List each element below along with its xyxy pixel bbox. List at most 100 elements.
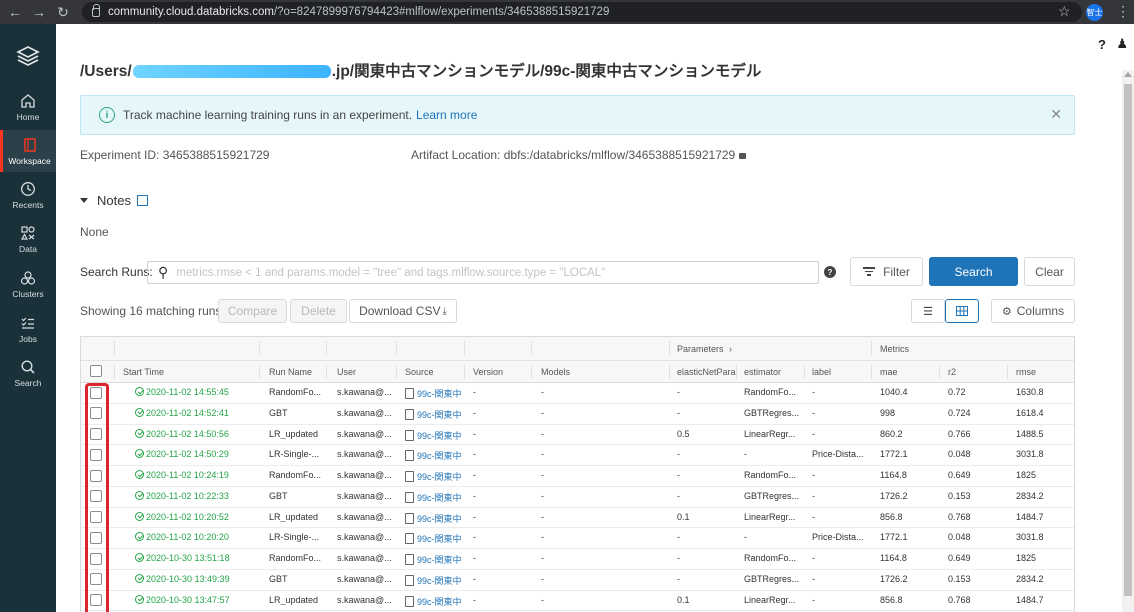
table-row[interactable]: 2020-11-02 14:50:29 LR-Single-... s.kawana… [81,445,1074,466]
profile-avatar[interactable]: 智士 [1086,4,1103,21]
cell-user: s.kawana@... [337,491,392,501]
cell-start-time[interactable]: 2020-10-30 13:51:18 [135,553,230,563]
columns-button[interactable]: ⚙ Columns [991,299,1075,323]
list-view-toggle[interactable]: ☰ [911,299,945,323]
table-row[interactable]: 2020-11-02 14:52:41 GBT s.kawana@... 99c-関東… [81,403,1074,425]
cell-source[interactable]: 99c-関東中 [405,532,462,545]
table-row[interactable]: 2020-11-02 14:50:56 LR_updated s.kawana@..… [81,424,1074,446]
cell-run-name-text: GBT [269,490,288,501]
download-csv-button[interactable]: Download CSV ⤓ [349,299,457,323]
browser-menu-icon[interactable]: ⋮ [1116,3,1130,20]
col-elastic-net-param[interactable]: elasticNetParam [677,367,737,377]
clock-icon [19,180,37,198]
edit-icon[interactable] [136,195,148,206]
reload-icon[interactable]: ↻ [54,3,72,21]
compare-button[interactable]: Compare [218,299,287,323]
cell-label-text: - [812,490,815,501]
help-icon[interactable]: ? [1098,37,1106,52]
table-row[interactable]: 2020-11-02 14:55:45 RandomFo... s.kawana@.… [81,383,1074,404]
forward-arrow-icon[interactable]: → [30,3,48,21]
cell-start-time[interactable]: 2020-11-02 10:24:19 [135,470,229,480]
search-button[interactable]: Search [929,257,1018,286]
cell-start-time[interactable]: 2020-11-02 10:20:52 [135,511,229,522]
cell-user: s.kawana@... [337,574,392,584]
cell-run-name-text: RandomFo... [269,553,322,563]
cell-source[interactable]: 99c-関東中 [405,449,462,462]
cell-source[interactable]: 99c-関東中 [405,408,462,421]
table-row[interactable]: 2020-11-02 10:20:52 LR_updated s.kawana@..… [81,507,1074,529]
cell-r2: 0.153 [948,574,971,584]
home-icon [19,92,37,110]
learn-more-link[interactable]: Learn more [416,108,477,122]
close-icon[interactable]: ✕ [1050,106,1062,123]
cell-start-time[interactable]: 2020-10-30 13:47:57 [135,594,230,605]
search-icon: ⚲ [158,264,169,280]
cell-mae: 1772.1 [880,532,908,542]
col-source[interactable]: Source [405,367,434,377]
cell-source[interactable]: 99c-関東中 [405,512,462,525]
table-row[interactable]: 2020-11-02 10:20:20 LR-Single-... s.kawana… [81,528,1074,549]
cell-source[interactable]: 99c-関東中 [405,387,462,400]
cell-start-time[interactable]: 2020-11-02 10:22:33 [135,490,229,501]
col-label[interactable]: label [812,367,831,377]
cell-source[interactable]: 99c-関東中 [405,429,462,442]
vertical-scrollbar[interactable] [1122,70,1134,612]
col-rmse[interactable]: rmse [1016,367,1036,377]
col-user[interactable]: User [337,367,356,377]
col-estimator[interactable]: estimator [744,367,781,377]
cell-source[interactable]: 99c-関東中 [405,595,462,608]
filter-icon [863,267,876,276]
cell-start-time[interactable]: 2020-11-02 14:50:29 [135,449,229,459]
table-row[interactable]: 2020-11-02 10:24:19 RandomFo... s.kawana@.… [81,466,1074,487]
cell-source[interactable]: 99c-関東中 [405,553,462,566]
sidebar-item-recents[interactable]: Recents [0,180,56,220]
sidebar-item-data[interactable]: Data [0,224,56,264]
cell-start-time[interactable]: 2020-11-02 14:50:56 [135,428,229,439]
cell-start-time[interactable]: 2020-10-30 13:49:39 [135,573,230,584]
databricks-logo-icon[interactable] [16,44,40,68]
sidebar-item-workspace[interactable]: Workspace [0,130,56,172]
col-start-time[interactable]: Start Time [123,367,164,377]
cell-start-time[interactable]: 2020-11-02 14:55:45 [135,387,229,397]
cell-version: - [473,429,476,439]
col-models[interactable]: Models [541,367,570,377]
table-row[interactable]: 2020-10-30 13:51:18 RandomFo... s.kawana@.… [81,549,1074,570]
cell-models: - [541,387,544,397]
cell-source[interactable]: 99c-関東中 [405,470,462,483]
cell-start-time[interactable]: 2020-11-02 14:52:41 [135,407,229,418]
sidebar-item-search[interactable]: Search [0,358,56,398]
cell-r2: 0.649 [948,553,971,563]
cell-start-time-text: 2020-11-02 10:22:33 [146,490,229,501]
col-version[interactable]: Version [473,367,503,377]
delete-button[interactable]: Delete [290,299,347,323]
bookmark-star-icon[interactable]: ☆ [1058,3,1071,20]
filter-button[interactable]: Filter [850,257,923,286]
col-mae[interactable]: mae [880,367,898,377]
cell-start-time[interactable]: 2020-11-02 10:20:20 [135,532,229,542]
col-run-name[interactable]: Run Name [269,367,312,377]
select-all-checkbox[interactable] [90,365,102,377]
scroll-up-arrow-icon[interactable] [1124,72,1132,77]
sidebar-item-home[interactable]: Home [0,92,56,132]
table-row[interactable]: 2020-10-30 13:49:39 GBT s.kawana@... 99c-関東… [81,569,1074,591]
cell-source[interactable]: 99c-関東中 [405,574,462,587]
cell-rmse: 1618.4 [1016,408,1044,418]
info-icon: i [99,107,115,123]
address-bar[interactable]: community.cloud.databricks.com/?o=824789… [82,2,1082,22]
parameters-group-header[interactable]: Parameters › [677,344,732,354]
scrollbar-thumb[interactable] [1124,84,1132,596]
search-runs-box[interactable]: ⚲ [147,261,819,284]
clear-button[interactable]: Clear [1024,257,1075,286]
search-runs-input[interactable] [176,266,797,279]
sidebar-item-clusters[interactable]: Clusters [0,269,56,309]
user-menu-icon[interactable]: ♟ [1116,36,1128,52]
table-row[interactable]: 2020-10-30 13:47:57 LR_updated s.kawana@..… [81,590,1074,612]
cell-source[interactable]: 99c-関東中 [405,491,462,504]
col-r2[interactable]: r2 [948,367,956,377]
search-help-icon[interactable]: ? [824,266,836,278]
table-row[interactable]: 2020-11-02 10:22:33 GBT s.kawana@... 99c-関東… [81,486,1074,508]
sidebar-item-jobs[interactable]: Jobs [0,314,56,354]
back-arrow-icon[interactable]: ← [6,3,24,21]
grid-view-toggle[interactable] [945,299,979,323]
notes-toggle[interactable]: Notes [80,193,148,208]
